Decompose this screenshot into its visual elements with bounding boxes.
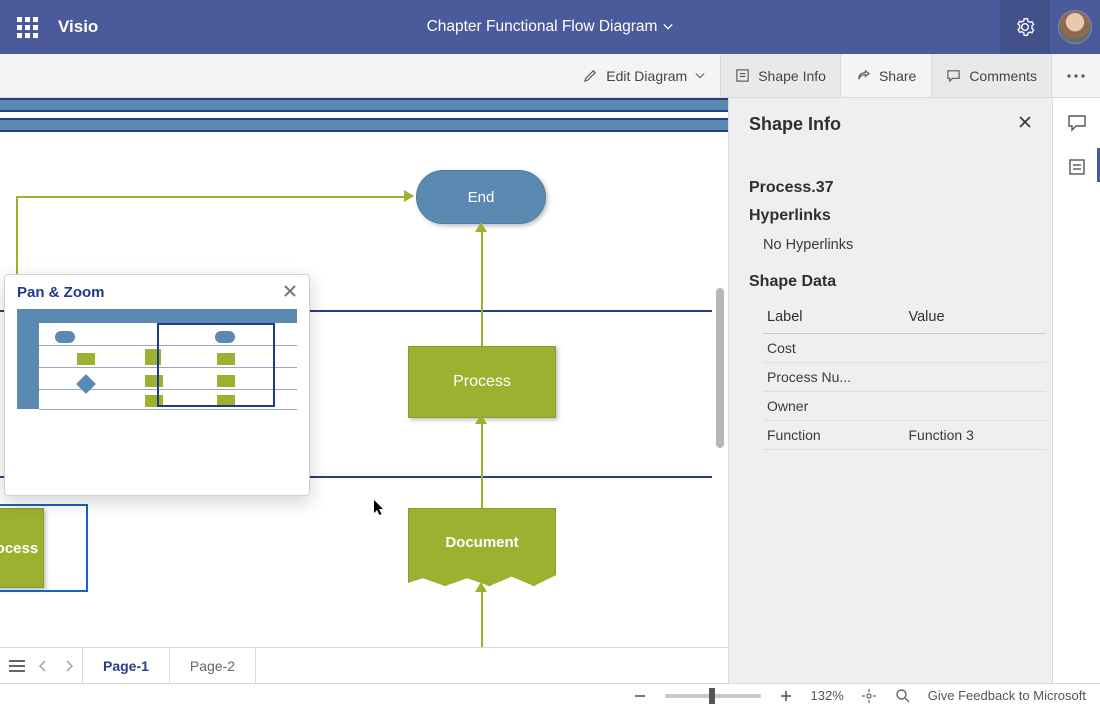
pan-zoom-close-button[interactable] [283, 283, 297, 301]
hyperlinks-empty-text: No Hyperlinks [763, 237, 1032, 253]
page-tab[interactable]: Page-2 [170, 648, 256, 684]
table-row: Process Nu... [763, 363, 1046, 392]
shape-name: Process.37 [749, 179, 1032, 197]
chevron-down-icon [695, 71, 705, 81]
settings-button[interactable] [1000, 0, 1050, 54]
table-row: FunctionFunction 3 [763, 421, 1046, 450]
node-process-label: Process [453, 373, 511, 391]
share-icon [856, 68, 871, 83]
rail-shape-info-button[interactable] [1064, 154, 1090, 180]
zoom-percent[interactable]: 132% [811, 688, 844, 703]
col-label: Label [763, 301, 905, 334]
pane-title: Shape Info [749, 114, 841, 135]
page-list-button[interactable] [4, 653, 30, 679]
document-title-dropdown[interactable]: Chapter Functional Flow Diagram [0, 18, 1100, 36]
shape-info-button[interactable]: Shape Info [720, 54, 841, 97]
table-row: Owner [763, 392, 1046, 421]
page-tab-bar: Page-1 Page-2 [0, 647, 728, 683]
next-page-button[interactable] [56, 653, 82, 679]
comment-icon [946, 68, 961, 83]
col-value: Value [905, 301, 1047, 334]
node-end-label: End [468, 189, 495, 206]
chevron-left-icon [38, 660, 48, 672]
chevron-right-icon [64, 660, 74, 672]
vertical-scrollbar[interactable] [716, 288, 724, 448]
swimlane-header [0, 98, 728, 112]
share-button[interactable]: Share [841, 54, 931, 97]
title-bar: Visio Chapter Functional Flow Diagram [0, 0, 1100, 54]
ellipsis-icon [1067, 74, 1085, 78]
comments-button[interactable]: Comments [931, 54, 1052, 97]
flow-node-document[interactable]: Document [408, 508, 556, 586]
page-tab[interactable]: Page-1 [82, 648, 170, 684]
waffle-icon [17, 17, 38, 38]
app-launcher-button[interactable] [0, 0, 54, 54]
pan-zoom-viewport[interactable] [157, 323, 275, 407]
zoom-out-button[interactable] [631, 687, 649, 705]
connector [16, 196, 18, 284]
arrow-right-icon [404, 190, 414, 202]
arrow-up-icon [475, 582, 487, 592]
shape-info-pane: Shape Info Process.37 Hyperlinks No Hype… [728, 98, 1052, 683]
rail-comments-button[interactable] [1064, 110, 1090, 136]
feedback-link[interactable]: Give Feedback to Microsoft [928, 688, 1086, 703]
flow-node-process[interactable]: Process [408, 346, 556, 418]
status-bar: 132% Give Feedback to Microsoft [0, 683, 1100, 707]
connector [481, 588, 483, 648]
pane-close-button[interactable] [1018, 115, 1032, 134]
shape-data-heading: Shape Data [749, 273, 1032, 291]
arrow-up-icon [475, 222, 487, 232]
selection-outline [0, 504, 88, 592]
shape-info-icon [735, 68, 750, 83]
pan-zoom-title: Pan & Zoom [17, 284, 105, 301]
edit-diagram-label: Edit Diagram [606, 68, 687, 84]
shape-data-table: Label Value Cost Process Nu... Owner Fun… [763, 301, 1046, 450]
comments-label: Comments [969, 68, 1037, 84]
close-icon [283, 284, 297, 298]
connector [16, 196, 406, 198]
zoom-in-button[interactable] [777, 687, 795, 705]
more-button[interactable] [1052, 54, 1100, 97]
chevron-down-icon [663, 22, 673, 32]
flow-node-end[interactable]: End [416, 170, 546, 224]
table-row: Cost [763, 334, 1046, 363]
close-icon [1018, 115, 1032, 129]
right-rail [1052, 98, 1100, 683]
cursor-pointer-icon [374, 500, 386, 516]
node-document-label: Document [445, 534, 518, 551]
user-avatar[interactable] [1050, 0, 1100, 54]
zoom-tool-button[interactable] [894, 687, 912, 705]
share-label: Share [879, 68, 916, 84]
zoom-slider-knob[interactable] [709, 688, 715, 704]
fit-to-window-button[interactable] [860, 687, 878, 705]
arrow-up-icon [475, 414, 487, 424]
app-name: Visio [58, 17, 98, 37]
comment-icon [1067, 113, 1087, 133]
connector [481, 420, 483, 508]
edit-diagram-button[interactable]: Edit Diagram [568, 54, 720, 97]
hyperlinks-heading: Hyperlinks [749, 207, 1032, 225]
avatar-image [1059, 11, 1091, 43]
pencil-icon [583, 68, 598, 83]
gear-icon [1015, 17, 1035, 37]
swimlane-subheader [0, 118, 728, 132]
prev-page-button[interactable] [30, 653, 56, 679]
pan-zoom-window[interactable]: Pan & Zoom [4, 274, 310, 496]
magnifier-icon [895, 688, 911, 704]
pan-zoom-minimap[interactable] [17, 309, 297, 409]
command-bar: Edit Diagram Shape Info Share Comments [0, 54, 1100, 98]
shape-info-icon [1067, 157, 1087, 177]
fit-window-icon [861, 688, 877, 704]
connector [481, 228, 483, 346]
diagram-canvas[interactable]: End Process Document rocess [0, 98, 728, 683]
shape-info-label: Shape Info [758, 68, 826, 84]
document-title-text: Chapter Functional Flow Diagram [427, 18, 658, 36]
zoom-slider[interactable] [665, 694, 761, 698]
